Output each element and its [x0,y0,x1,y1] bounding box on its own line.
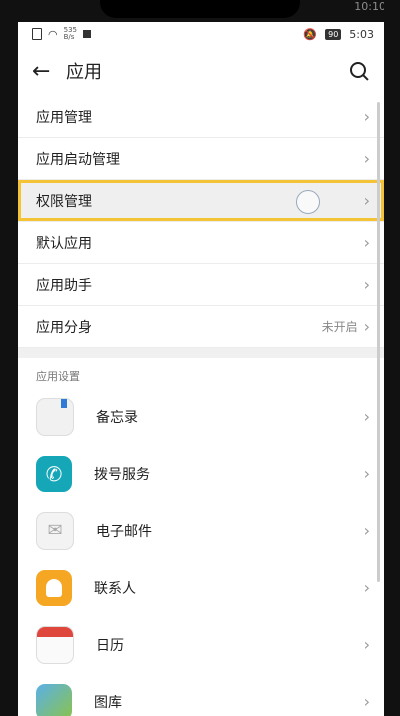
gallery-icon [36,683,72,716]
phone-bezel-left [0,0,18,716]
contact-icon [36,569,72,606]
sim-icon [32,28,42,40]
net-speed-unit: B/s [63,33,75,41]
app-item-dialer[interactable]: ✆ 拨号服务 › [18,445,384,502]
mute-icon: 🔕 [303,27,318,41]
chevron-right-icon: › [363,233,370,252]
chevron-right-icon: › [363,464,370,483]
phone-screen: ◠ 535 B/s 🔕 90 5:03 ← 应用 应用管理 › 应用启动管理 › [18,22,384,716]
app-item-label: 联系人 [94,580,136,597]
scrollbar[interactable] [377,102,380,582]
chevron-right-icon: › [363,275,370,294]
net-speed: 535 B/s [64,27,77,41]
app-item-calendar[interactable]: 日历 › [18,616,384,673]
menu-item-label: 权限管理 [36,193,92,210]
recording-icon [82,30,91,38]
phone-notch [100,0,300,18]
mail-icon: ✉ [36,511,74,550]
back-arrow-icon[interactable]: ← [32,59,66,84]
chevron-right-icon: › [363,521,370,540]
battery-icon: 90 [325,28,342,40]
menu-item-label: 默认应用 [36,235,92,252]
touch-indicator-icon [296,190,320,214]
menu-item-permission-management[interactable]: 权限管理 › [18,180,384,222]
menu-item-app-twin[interactable]: 应用分身 未开启 › [18,306,384,348]
chevron-right-icon: › [363,407,370,426]
menu-item-label: 应用管理 [36,109,92,126]
phone-icon: ✆ [36,455,72,492]
page-title: 应用 [66,62,102,83]
app-item-contacts[interactable]: 联系人 › [18,559,384,616]
wifi-icon: ◠ [48,27,58,41]
chevron-right-icon: › [363,191,370,210]
menu-item-app-assistant[interactable]: 应用助手 › [18,264,384,306]
bezel-clock: 10:10 [354,0,386,13]
chevron-right-icon: › [363,578,370,597]
app-item-label: 电子邮件 [96,523,152,540]
app-item-label: 图库 [94,694,122,711]
app-item-label: 日历 [96,637,124,654]
chevron-right-icon: › [363,692,370,711]
calendar-icon [36,625,74,664]
phone-bezel-right [384,0,400,716]
app-settings-list: 备忘录 › ✆ 拨号服务 › ✉ 电子邮件 › 联系人 › 日历 › 图库 › [18,388,384,716]
section-title: 应用设置 [18,358,384,388]
menu-item-label: 应用启动管理 [36,151,120,168]
app-item-gallery[interactable]: 图库 › [18,673,384,716]
app-item-label: 拨号服务 [94,466,150,483]
menu-item-label: 应用助手 [36,277,92,294]
menu-item-app-management[interactable]: 应用管理 › [18,96,384,138]
status-time: 5:03 [349,27,374,41]
app-header: ← 应用 [18,46,384,96]
app-menu-list: 应用管理 › 应用启动管理 › 权限管理 › 默认应用 › 应用助手 › 应用分… [18,96,384,348]
chevron-right-icon: › [363,635,370,654]
chevron-right-icon: › [363,107,370,126]
status-bar: ◠ 535 B/s 🔕 90 5:03 [18,22,384,46]
menu-item-default-apps[interactable]: 默认应用 › [18,222,384,264]
app-item-label: 备忘录 [96,409,138,426]
app-item-memo[interactable]: 备忘录 › [18,388,384,445]
chevron-right-icon: › [363,149,370,168]
menu-item-label: 应用分身 [36,319,92,336]
search-icon[interactable] [348,60,370,82]
memo-icon [36,397,74,436]
app-item-email[interactable]: ✉ 电子邮件 › [18,502,384,559]
app-twin-status: 未开启 [321,320,358,334]
chevron-right-icon: › [363,317,370,336]
section-divider [18,348,384,358]
menu-item-startup-management[interactable]: 应用启动管理 › [18,138,384,180]
